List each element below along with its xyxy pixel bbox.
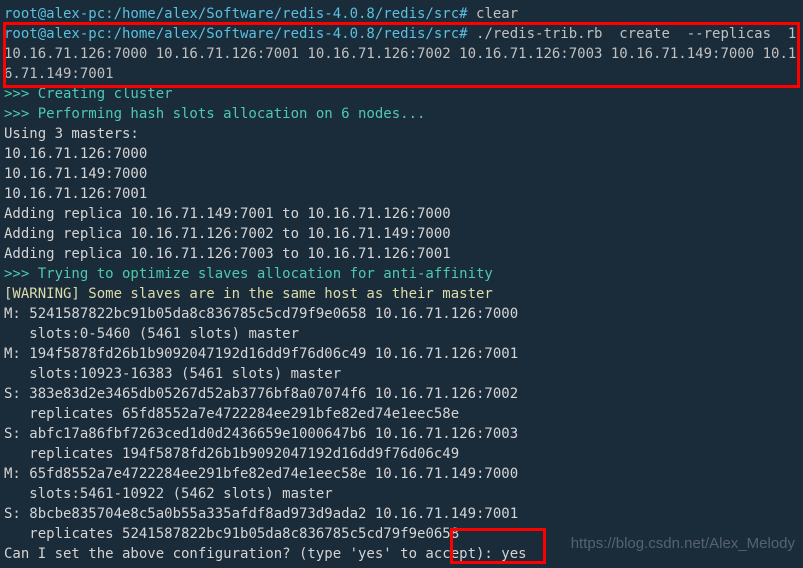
terminal-line: S: 8bcbe835704e8c5a0b55a335afdf8ad973d9a… [4,504,799,524]
terminal-line: slots:10923-16383 (5461 slots) master [4,364,799,384]
terminal-line: replicates 5241587822bc91b05da8c836785c5… [4,524,799,544]
terminal-line: slots:5461-10922 (5462 slots) master [4,484,799,504]
terminal-line: M: 65fd8552a7e4722284ee291bfe82ed74e1eec… [4,464,799,484]
terminal-line: slots:0-5460 (5461 slots) master [4,324,799,344]
terminal-line: replicates 194f5878fd26b1b9092047192d16d… [4,444,799,464]
terminal-line: 10.16.71.126:7000 [4,144,799,164]
terminal-line: >>> Creating cluster [4,84,799,104]
terminal-line: 10.16.71.126:7001 [4,184,799,204]
terminal-line: [WARNING] Some slaves are in the same ho… [4,284,799,304]
terminal-line: >>> Performing hash slots allocation on … [4,104,799,124]
terminal-line: M: 194f5878fd26b1b9092047192d16dd9f76d06… [4,344,799,364]
terminal-line: M: 5241587822bc91b05da8c836785c5cd79f9e0… [4,304,799,324]
terminal-line: Adding replica 10.16.71.126:7002 to 10.1… [4,224,799,244]
terminal-line: Adding replica 10.16.71.149:7001 to 10.1… [4,204,799,224]
terminal-line: Can I set the above configuration? (type… [4,544,799,564]
terminal-line: replicates 65fd8552a7e4722284ee291bfe82e… [4,404,799,424]
terminal-output[interactable]: root@alex-pc:/home/alex/Software/redis-4… [4,4,799,564]
terminal-line: root@alex-pc:/home/alex/Software/redis-4… [4,24,799,84]
terminal-line: root@alex-pc:/home/alex/Software/redis-4… [4,4,799,24]
terminal-line: 10.16.71.149:7000 [4,164,799,184]
terminal-line: S: abfc17a86fbf7263ced1d0d2436659e100064… [4,424,799,444]
terminal-line: S: 383e83d2e3465db05267d52ab3776bf8a0707… [4,384,799,404]
terminal-line: Adding replica 10.16.71.126:7003 to 10.1… [4,244,799,264]
terminal-line: Using 3 masters: [4,124,799,144]
terminal-line: >>> Trying to optimize slaves allocation… [4,264,799,284]
